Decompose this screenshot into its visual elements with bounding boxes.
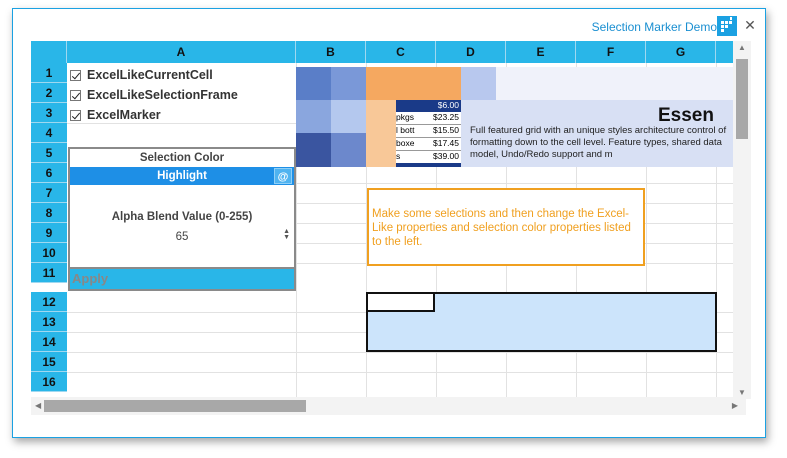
item-cell: pkgs [396,112,414,122]
checkbox-checked-icon[interactable] [70,89,81,101]
image-heading: Essen [658,105,714,126]
price-cell: $6.00 [437,100,459,110]
background-image-cells: $6.00 pkgs $23.25 l bott $15.50 boxe $17.45… [296,67,746,167]
checkbox-excel-like-selection-frame[interactable]: ExcelLikeSelectionFrame [68,85,238,105]
spreadsheet-grid[interactable]: A B C D E F G 1 2 3 4 5 6 7 8 9 10 11 12… [31,41,746,399]
row-header-2[interactable]: 2 [31,83,67,103]
row-header-7[interactable]: 7 [31,183,67,203]
price-row: boxe $17.45 [396,138,461,151]
checkbox-label: ExcelMarker [87,108,161,122]
column-header-e[interactable]: E [506,41,576,63]
item-cell: l bott [396,125,415,135]
image-tile [331,133,366,167]
image-tile [366,100,396,167]
row-header-1[interactable]: 1 [31,63,67,83]
row-header-9[interactable]: 9 [31,223,67,243]
close-button[interactable]: ✕ [741,16,759,34]
row-header-12[interactable]: 12 [31,292,67,312]
selection-color-label: Selection Color [139,152,225,164]
price-row: s $39.00 [396,151,461,163]
image-tile [496,67,746,100]
scroll-left-icon[interactable]: ◀ [35,401,41,410]
price-table: $6.00 pkgs $23.25 l bott $15.50 boxe $17.45… [396,100,461,163]
grid-app-icon [717,16,737,36]
row-header-15[interactable]: 15 [31,352,67,372]
image-tile [331,100,366,133]
image-tile [331,67,366,100]
item-cell: boxe [396,138,415,148]
alpha-blend-label: Alpha Blend Value (0-255) [111,211,253,223]
price-cell: $17.45 [433,138,459,148]
select-all-corner[interactable] [31,41,67,63]
color-picker-button[interactable]: @ [274,168,292,184]
column-header-c[interactable]: C [366,41,436,63]
column-header-g[interactable]: G [646,41,716,63]
instruction-note: Make some selections and then change the… [367,188,645,266]
row-header-6[interactable]: 6 [31,163,67,183]
vertical-scrollbar[interactable]: ▲ ▼ [733,41,751,399]
price-row: l bott $15.50 [396,125,461,138]
image-tile [296,67,331,100]
checkbox-excel-marker[interactable]: ExcelMarker [68,105,161,125]
spinner-arrows-icon[interactable]: ▲ ▼ [283,228,290,241]
alpha-blend-input[interactable]: 65 [70,231,294,243]
row-header-14[interactable]: 14 [31,332,67,352]
row-header-4[interactable]: 4 [31,123,67,143]
image-tile [296,133,331,167]
item-cell: s [396,151,401,161]
checkbox-label: ExcelLikeSelectionFrame [87,88,238,102]
scroll-up-icon[interactable]: ▲ [738,43,746,52]
row-header-11[interactable]: 11 [31,263,67,283]
column-header-d[interactable]: D [436,41,506,63]
image-tile [296,100,331,133]
column-header-a[interactable]: A [67,41,296,63]
image-description: Full featured grid with an unique styles… [470,125,727,160]
price-row: pkgs $23.25 [396,112,461,125]
price-cell: $15.50 [433,125,459,135]
image-tile [366,67,461,100]
row-header-13[interactable]: 13 [31,312,67,332]
row-header-5[interactable]: 5 [31,143,67,163]
vertical-scroll-thumb[interactable] [736,59,748,139]
horizontal-scrollbar[interactable]: ◀ ▶ [31,397,746,415]
title-bar: Selection Marker Demo ✕ [13,9,765,43]
checkbox-excel-like-current-cell[interactable]: ExcelLikeCurrentCell [68,65,213,85]
price-cell: $39.00 [433,151,459,161]
row-header-3[interactable]: 3 [31,103,67,123]
selection-color-value: Highlight [157,170,207,182]
checkbox-checked-icon[interactable] [70,69,81,81]
window-title: Selection Marker Demo [591,20,717,34]
image-tile [461,67,496,100]
price-cell: $23.25 [433,112,459,122]
horizontal-scroll-thumb[interactable] [44,400,306,412]
selection-color-dropdown[interactable]: Highlight @ [70,167,294,185]
checkbox-label: ExcelLikeCurrentCell [87,68,213,82]
row-header-10[interactable]: 10 [31,243,67,263]
scroll-down-icon[interactable]: ▼ [738,388,746,397]
grid-line [67,372,746,373]
column-header-b[interactable]: B [296,41,366,63]
current-cell[interactable] [366,292,435,312]
grid-line [296,183,746,184]
apply-button[interactable]: Apply [68,267,296,291]
row-header-8[interactable]: 8 [31,203,67,223]
column-header-f[interactable]: F [576,41,646,63]
row-header-16[interactable]: 16 [31,372,67,392]
grid-line [67,352,746,353]
checkbox-checked-icon[interactable] [70,109,81,121]
scroll-right-icon[interactable]: ▶ [732,401,738,410]
